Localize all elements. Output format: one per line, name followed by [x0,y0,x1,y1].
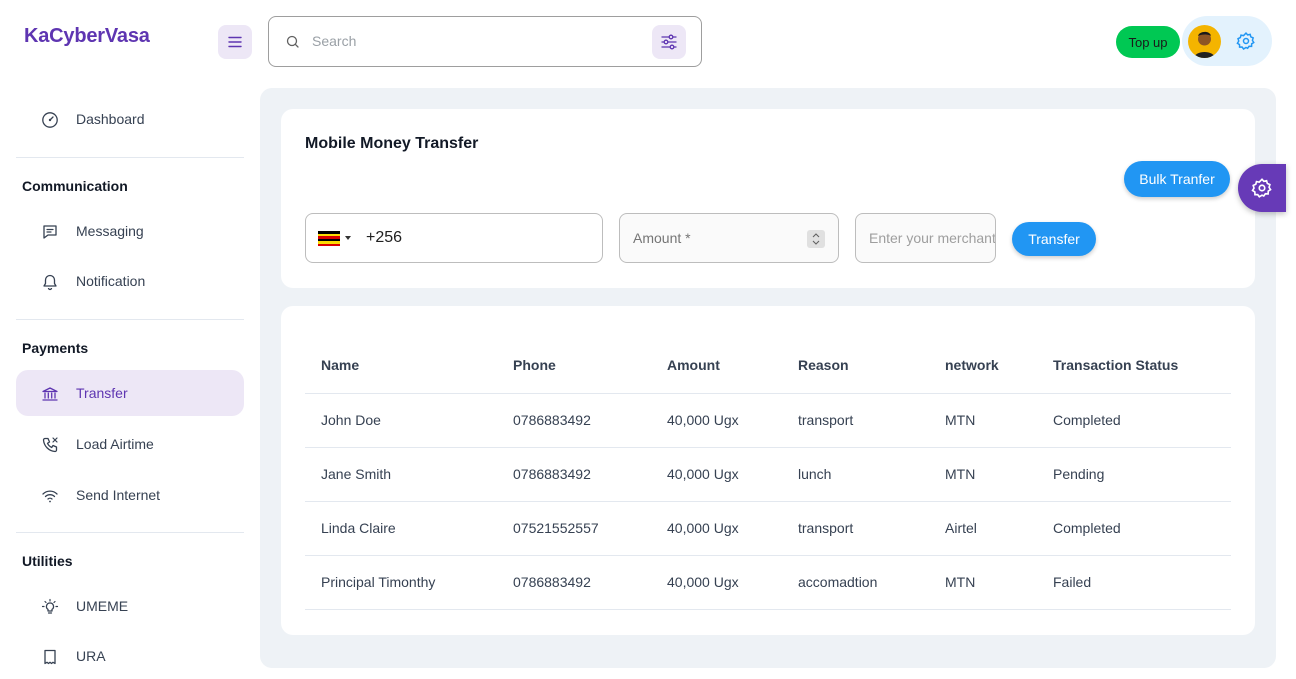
phone-input[interactable]: +256 [305,213,603,263]
sidebar-item-transfer[interactable]: Transfer [16,370,244,416]
sidebar-item-label: URA [76,648,106,664]
sidebar-item-label: Messaging [76,223,144,239]
sidebar-item-dashboard[interactable]: Dashboard [16,96,244,142]
cell-name: Principal Timonthy [305,555,497,610]
cell-amount: 40,000 Ugx [651,393,782,448]
cell-phone: 07521552557 [497,501,651,556]
table-row[interactable]: Principal Timonthy 0786883492 40,000 Ugx… [305,555,1231,610]
cell-amount: 40,000 Ugx [651,555,782,610]
sidebar-item-label: Send Internet [76,487,161,503]
phone-call-icon [40,435,60,455]
transactions-card: Name Phone Amount Reason network Transac… [281,306,1255,635]
transactions-table: Name Phone Amount Reason network Transac… [305,338,1231,610]
cell-name: John Doe [305,393,497,448]
amount-placeholder: Amount * [633,230,691,246]
menu-icon [228,36,242,48]
cell-network: Airtel [929,501,1037,556]
section-utilities: Utilities [22,553,73,569]
cell-reason: transport [782,501,929,556]
divider [16,319,244,320]
phone-value[interactable]: +256 [366,229,402,247]
message-icon [40,222,60,242]
column-header: Amount [651,338,782,394]
sidebar-item-umeme[interactable]: UMEME [16,583,244,629]
search-bar[interactable]: Search [268,16,702,67]
divider [16,532,244,533]
avatar[interactable] [1188,25,1221,58]
cell-reason: transport [782,393,929,448]
sidebar-item-notification[interactable]: Notification [16,258,244,304]
column-header: Transaction Status [1037,338,1231,394]
bulb-icon [40,597,60,617]
filter-button[interactable] [652,25,686,59]
transfer-button[interactable]: Transfer [1012,222,1096,256]
sidebar-item-ura[interactable]: URA [16,633,244,679]
cell-status: Failed [1037,555,1231,610]
settings-icon[interactable] [1236,31,1256,51]
cell-phone: 0786883492 [497,555,651,610]
column-header: Name [305,338,497,394]
table-row[interactable]: John Doe 0786883492 40,000 Ugx transport… [305,393,1231,448]
bulk-transfer-button[interactable]: Bulk Tranfer [1124,161,1230,197]
cell-network: MTN [929,393,1037,448]
sidebar-item-messaging[interactable]: Messaging [16,208,244,254]
cell-network: MTN [929,555,1037,610]
card-title: Mobile Money Transfer [305,135,479,152]
uganda-flag-icon[interactable] [318,231,340,246]
cell-status: Completed [1037,393,1231,448]
number-stepper[interactable] [807,230,825,248]
cell-reason: lunch [782,447,929,502]
topup-button[interactable]: Top up [1116,26,1180,58]
bank-icon [40,384,60,404]
sidebar-item-label: Load Airtime [76,436,154,452]
search-input[interactable]: Search [312,33,356,49]
chevron-down-icon[interactable] [812,240,820,245]
user-avatar-icon [1194,31,1215,58]
search-icon [286,35,299,48]
table-header-row: Name Phone Amount Reason network Transac… [305,338,1231,394]
cell-amount: 40,000 Ugx [651,447,782,502]
sidebar-item-label: UMEME [76,598,129,614]
divider [16,157,244,158]
column-header: Reason [782,338,929,394]
cell-status: Pending [1037,447,1231,502]
column-header: network [929,338,1037,394]
bell-icon [40,272,60,292]
cell-phone: 0786883492 [497,447,651,502]
cell-network: MTN [929,447,1037,502]
table-row[interactable]: Linda Claire 07521552557 40,000 Ugx tran… [305,501,1231,556]
transfer-card: Mobile Money Transfer Bulk Tranfer +256 … [281,109,1255,288]
main-content: Mobile Money Transfer Bulk Tranfer +256 … [260,88,1276,668]
sidebar-item-load-airtime[interactable]: Load Airtime [16,421,244,467]
customize-settings-button[interactable] [1238,164,1286,212]
cell-name: Linda Claire [305,501,497,556]
section-communication: Communication [22,178,128,194]
sidebar-item-send-internet[interactable]: Send Internet [16,472,244,518]
table-row[interactable]: Jane Smith 0786883492 40,000 Ugx lunch M… [305,447,1231,502]
chevron-up-icon[interactable] [812,233,820,238]
tune-icon [661,34,677,50]
dashboard-icon [40,110,60,130]
column-header: Phone [497,338,651,394]
cell-name: Jane Smith [305,447,497,502]
sidebar-item-label: Notification [76,273,146,289]
merchant-input[interactable]: Enter your merchant [855,213,996,263]
receipt-icon [40,647,60,667]
cell-phone: 0786883492 [497,393,651,448]
settings-icon [1251,178,1272,198]
amount-input[interactable]: Amount * [619,213,839,263]
merchant-placeholder: Enter your merchant [869,230,996,246]
cell-amount: 40,000 Ugx [651,501,782,556]
caret-down-icon[interactable] [345,236,351,240]
profile-chip[interactable] [1182,16,1272,66]
section-payments: Payments [22,340,89,356]
cell-status: Completed [1037,501,1231,556]
sidebar-item-label: Transfer [76,385,128,401]
menu-toggle-button[interactable] [218,25,252,59]
wifi-icon [40,486,60,506]
sidebar-item-label: Dashboard [76,111,145,127]
brand-logo[interactable]: KaCyberVasa [24,25,150,48]
cell-reason: accomadtion [782,555,929,610]
